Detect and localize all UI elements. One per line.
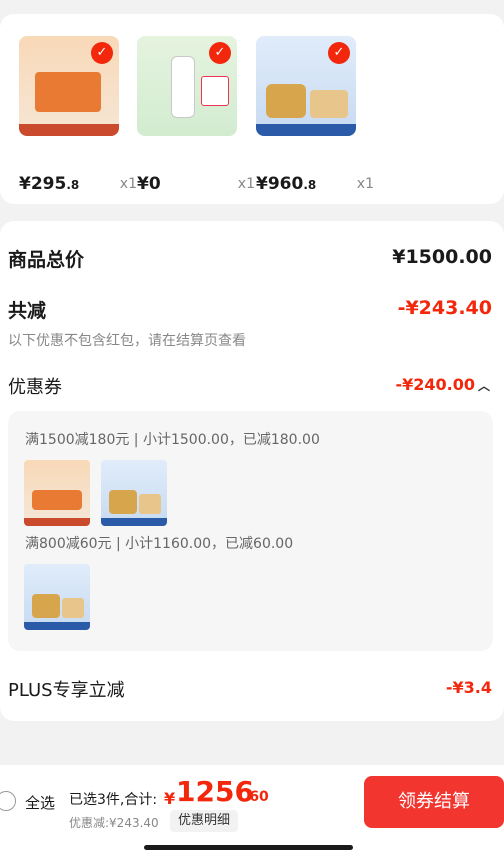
coupon-product-thumb[interactable] bbox=[24, 564, 90, 630]
coupon-product-thumb[interactable] bbox=[24, 460, 90, 526]
home-indicator bbox=[144, 845, 353, 850]
total-amount: 1256 bbox=[176, 775, 254, 808]
coupon-rule-line: 满1500减180元 | 小计1500.00，已减180.00 bbox=[25, 432, 320, 448]
check-icon[interactable]: ✓ bbox=[209, 42, 231, 64]
checkout-bar: 全选 已选3件,合计: ¥ 1256 .60 优惠减:¥243.40 优惠明细 … bbox=[0, 765, 504, 858]
product-item[interactable]: ✓ bbox=[137, 36, 237, 136]
total-amount-decimal: .60 bbox=[244, 789, 269, 805]
product-image[interactable]: ✓ bbox=[19, 36, 119, 136]
total-currency-symbol: ¥ bbox=[164, 789, 176, 808]
product-price: ¥0 bbox=[137, 174, 161, 194]
plus-discount-value: -¥3.4 bbox=[445, 678, 492, 697]
checkout-button[interactable]: 领券结算 bbox=[364, 776, 504, 828]
selected-count-text: 已选3件,合计: bbox=[69, 792, 158, 808]
coupon-rule-line: 满800减60元 | 小计1160.00，已减60.00 bbox=[25, 536, 294, 552]
price-summary-card: 商品总价 ¥1500.00 共减 -¥243.40 以下优惠不包含红包，请在结算… bbox=[0, 221, 504, 721]
product-item[interactable]: ✓ bbox=[19, 36, 119, 136]
product-price: ¥960.8 bbox=[256, 174, 317, 194]
product-quantity: x1 bbox=[237, 176, 255, 192]
check-icon[interactable]: ✓ bbox=[328, 42, 350, 64]
product-quantity: x1 bbox=[356, 176, 374, 192]
coupon-detail-box: 满1500减180元 | 小计1500.00，已减180.00 满800减60元… bbox=[8, 411, 493, 651]
product-price: ¥295.8 bbox=[19, 174, 80, 194]
discount-summary: 优惠减:¥243.40 bbox=[69, 816, 159, 830]
total-price-value: ¥1500.00 bbox=[392, 246, 492, 268]
product-image[interactable]: ✓ bbox=[256, 36, 356, 136]
product-price-row: ¥960.8 x1 bbox=[256, 174, 374, 198]
product-price-row: ¥295.8 x1 bbox=[19, 174, 137, 198]
product-item[interactable]: ✓ bbox=[256, 36, 356, 136]
check-icon[interactable]: ✓ bbox=[91, 42, 113, 64]
chevron-up-icon[interactable]: ︿ bbox=[478, 379, 490, 393]
coupon-label: 优惠券 bbox=[8, 377, 62, 398]
coupon-product-thumb[interactable] bbox=[101, 460, 167, 526]
product-price-row: ¥0 x1 bbox=[137, 174, 255, 198]
discount-detail-button[interactable]: 优惠明细 bbox=[170, 810, 239, 832]
total-reduction-label: 共减 bbox=[8, 300, 47, 322]
coupon-value: -¥240.00 bbox=[395, 375, 475, 394]
plus-discount-label: PLUS专享立减 bbox=[8, 680, 125, 701]
selected-products-card: ✓ ✓ ✓ ¥295.8 x1 ¥0 x1 ¥960.8 x1 bbox=[0, 14, 504, 204]
discount-note: 以下优惠不包含红包，请在结算页查看 bbox=[8, 333, 246, 349]
product-image[interactable]: ✓ bbox=[137, 36, 237, 136]
select-all-label[interactable]: 全选 bbox=[25, 792, 55, 813]
total-price-label: 商品总价 bbox=[8, 249, 85, 271]
coupon-toggle[interactable]: -¥240.00 ︿ bbox=[395, 375, 490, 394]
product-quantity: x1 bbox=[119, 176, 137, 192]
select-all-radio[interactable] bbox=[0, 791, 16, 811]
total-reduction-value: -¥243.40 bbox=[397, 297, 492, 319]
